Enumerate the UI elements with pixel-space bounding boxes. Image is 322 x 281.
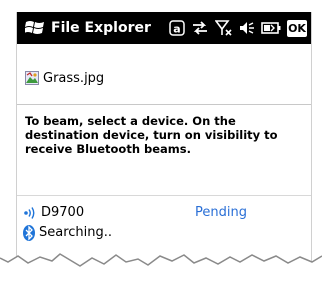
keyboard-a-icon[interactable]: a <box>169 19 185 37</box>
file-name: Grass.jpg <box>43 70 105 86</box>
device-name: D9700 <box>41 205 85 220</box>
device-status: Pending <box>195 205 247 220</box>
speaker-icon[interactable] <box>239 19 255 37</box>
no-signal-icon <box>215 20 232 36</box>
data-transfer-icon <box>193 21 207 35</box>
divider <box>17 195 311 196</box>
image-file-icon <box>25 71 39 85</box>
battery-icon <box>261 22 281 34</box>
windows-flag-icon[interactable] <box>25 19 45 37</box>
status-icons: a OK <box>169 17 307 39</box>
divider <box>17 104 311 105</box>
torn-edge <box>0 253 322 281</box>
svg-text:a: a <box>173 23 180 36</box>
beam-instructions: To beam, select a device. On the destina… <box>25 114 278 156</box>
ok-button[interactable]: OK <box>287 19 307 37</box>
beam-device-icon <box>24 207 35 219</box>
device-list-item[interactable]: D9700 Pending <box>23 204 305 222</box>
file-item: Grass.jpg <box>25 68 104 88</box>
title-bar: File Explorer a OK <box>17 12 311 44</box>
screenshot: File Explorer a OK Grass.jpg To beam, se… <box>0 0 322 281</box>
app-title: File Explorer <box>51 20 151 36</box>
